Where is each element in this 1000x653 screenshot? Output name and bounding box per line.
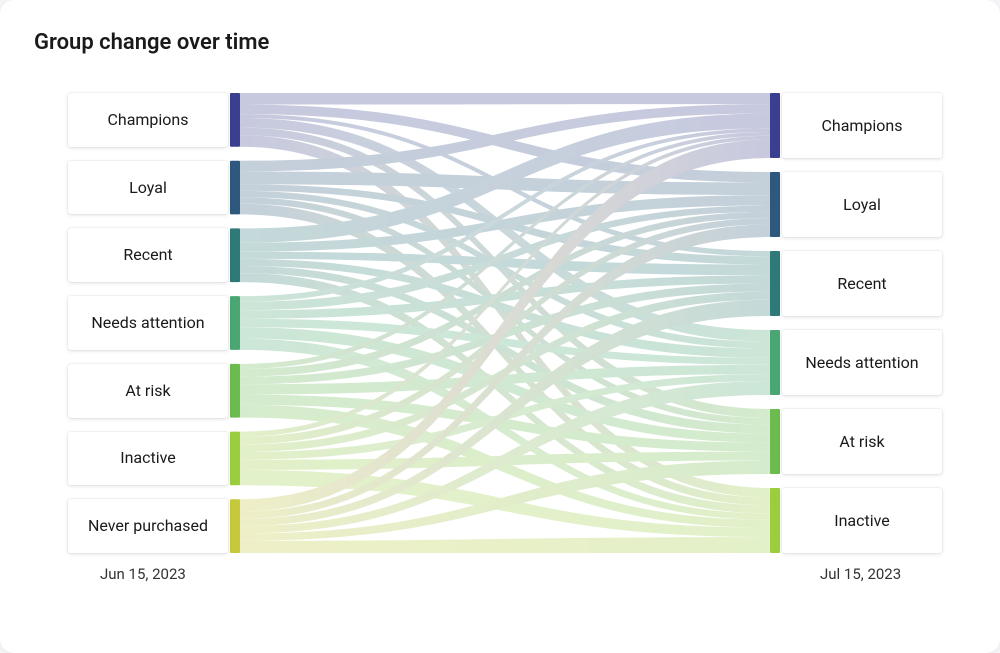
sankey-flow[interactable] <box>240 93 770 105</box>
left-label-at-risk[interactable]: At risk <box>68 364 228 418</box>
right-date-label: Jul 15, 2023 <box>820 565 901 583</box>
right-label-recent[interactable]: Recent <box>782 251 942 316</box>
node-label-text: Recent <box>123 247 172 263</box>
node-label-text: Loyal <box>843 197 881 213</box>
left-label-loyal[interactable]: Loyal <box>68 161 228 215</box>
node-label-text: Champions <box>821 118 902 134</box>
left-node-recent[interactable] <box>230 228 240 282</box>
node-label-text: Loyal <box>129 180 167 196</box>
sankey-flow[interactable] <box>240 537 770 553</box>
right-node-needs-attention[interactable] <box>770 330 780 395</box>
left-node-loyal[interactable] <box>230 161 240 215</box>
left-node-at-risk[interactable] <box>230 364 240 418</box>
left-node-champions[interactable] <box>230 93 240 147</box>
left-label-needs-attention[interactable]: Needs attention <box>68 296 228 350</box>
right-label-loyal[interactable]: Loyal <box>782 172 942 237</box>
node-label-text: Needs attention <box>805 355 918 371</box>
right-label-inactive[interactable]: Inactive <box>782 488 942 553</box>
right-label-needs-attention[interactable]: Needs attention <box>782 330 942 395</box>
left-label-champions[interactable]: Champions <box>68 93 228 147</box>
left-node-needs-attention[interactable] <box>230 296 240 350</box>
right-label-at-risk[interactable]: At risk <box>782 409 942 474</box>
left-label-never-purchased[interactable]: Never purchased <box>68 499 228 553</box>
right-node-recent[interactable] <box>770 251 780 316</box>
right-node-loyal[interactable] <box>770 172 780 237</box>
node-label-text: Inactive <box>120 450 176 466</box>
left-label-inactive[interactable]: Inactive <box>68 432 228 486</box>
node-label-text: Inactive <box>834 513 890 529</box>
node-label-text: Recent <box>837 276 886 292</box>
left-node-inactive[interactable] <box>230 432 240 486</box>
right-label-champions[interactable]: Champions <box>782 93 942 158</box>
chart-card: Group change over time Champions Loyal Rec… <box>0 0 1000 653</box>
right-node-at-risk[interactable] <box>770 409 780 474</box>
chart-title: Group change over time <box>34 30 970 55</box>
left-node-never-purchased[interactable] <box>230 499 240 553</box>
sankey-chart: Champions Loyal Recent Needs attention At ri… <box>30 73 970 593</box>
node-label-text: Champions <box>107 112 188 128</box>
left-label-recent[interactable]: Recent <box>68 228 228 282</box>
node-label-text: Never purchased <box>88 518 208 534</box>
right-node-inactive[interactable] <box>770 488 780 553</box>
node-label-text: At risk <box>125 383 170 399</box>
node-label-text: Needs attention <box>91 315 204 331</box>
node-label-text: At risk <box>839 434 884 450</box>
right-node-champions[interactable] <box>770 93 780 158</box>
left-date-label: Jun 15, 2023 <box>100 565 186 583</box>
